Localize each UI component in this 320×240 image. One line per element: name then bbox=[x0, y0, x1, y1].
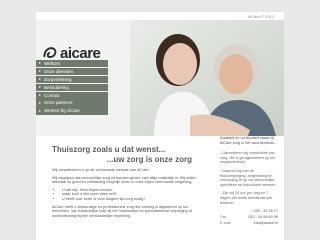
list-item: U heeft voor korte of voor langere tijd … bbox=[62, 197, 202, 202]
service-paragraph: AiCare heeft u deskundige en professione… bbox=[52, 204, 192, 218]
email-label: E-mail bbox=[220, 221, 231, 226]
sidebar-point: - Garanderen wij continuïteit van zorg, … bbox=[220, 151, 275, 165]
fax-number: 020 - 44 69 60 99 bbox=[248, 215, 278, 220]
fax-row: Fax 020 - 44 69 60 99 bbox=[220, 215, 278, 220]
nav-item-onze-partners[interactable]: Onze partners bbox=[36, 99, 108, 107]
nav-item-contact[interactable]: Contact bbox=[36, 91, 108, 99]
main-content: Wij verwelkomen u op de vernieuwde websi… bbox=[52, 168, 202, 221]
sidebar-point: - Zijn wij 24 uur per dag en 7 dagen per… bbox=[220, 191, 273, 205]
headline-line-1: Thuiszorg zoals u dat wenst... bbox=[52, 145, 166, 154]
needs-list: U wilt bijv. thuis blijven wonen, maar k… bbox=[52, 188, 202, 202]
aicare-swirl-icon bbox=[43, 47, 57, 58]
contact-details: 020 - 42 55 77 Fax 020 - 44 69 60 99 E-m… bbox=[220, 209, 278, 226]
welcome-paragraph: Wij verwelkomen u op de vernieuwde websi… bbox=[52, 168, 150, 172]
headline-line-2: ...uw zorg is onze zorg bbox=[106, 154, 192, 164]
email-link[interactable]: info@aicare.nl bbox=[254, 221, 278, 226]
nav-item-welkom[interactable]: Welkom bbox=[36, 60, 108, 68]
fax-label: Fax bbox=[220, 215, 227, 220]
nav-item-zorgverlening[interactable]: Zorgverlening bbox=[36, 75, 108, 84]
phone-number[interactable]: 020 - 42 55 77 bbox=[254, 209, 279, 214]
copyright-text: AiCare © 2012 bbox=[247, 14, 274, 19]
email-row: E-mail info@aicare.nl bbox=[220, 221, 278, 226]
nav-item-onze-diensten[interactable]: Onze diensten bbox=[36, 67, 108, 76]
nav-item-werken-bij[interactable]: Werken bij AiCare bbox=[36, 107, 108, 115]
sidebar-intro: Kwaliteit en continuïteit staan bij AiCa… bbox=[220, 136, 278, 145]
phone-row: 020 - 42 55 77 bbox=[220, 209, 279, 214]
sidebar-info: Kwaliteit en continuïteit staan bij AiCa… bbox=[220, 136, 278, 227]
nav-item-bemiddeling[interactable]: Bemiddeling bbox=[36, 83, 108, 91]
page-headline: Thuiszorg zoals u dat wenst... ...uw zor… bbox=[52, 145, 192, 164]
sidebar-point: - Daarom wij met de thuisverpleging, beg… bbox=[220, 168, 277, 187]
page-container: AiCare © 2012 aicare Welkom Onze dienste… bbox=[36, 12, 284, 240]
main-navigation: Welkom Onze diensten Zorgverlening Bemid… bbox=[36, 60, 108, 115]
intro-paragraph: Wij begrijpen dat persoonlijke zorg uit … bbox=[52, 175, 196, 185]
logo-text: aicare bbox=[60, 44, 101, 62]
hero-photo bbox=[130, 20, 284, 136]
